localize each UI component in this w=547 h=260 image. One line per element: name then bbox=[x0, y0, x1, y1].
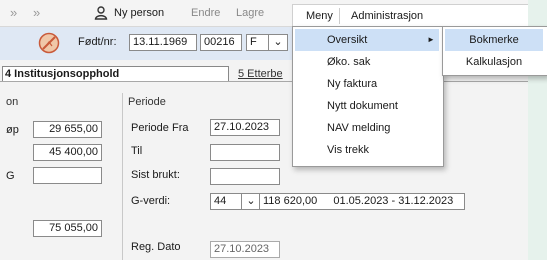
g-verdi-range: 01.05.2023 - 31.12.2023 bbox=[333, 195, 454, 207]
g-verdi-dropdown-button[interactable]: ⌄ bbox=[241, 193, 261, 210]
g-verdi-value-field: 118 620,00 01.05.2023 - 31.12.2023 bbox=[259, 193, 465, 210]
blocked-icon bbox=[38, 32, 60, 54]
tab-institusjonsopphold[interactable]: 4 Institusjonsopphold bbox=[2, 66, 229, 81]
periode-header: Periode bbox=[128, 96, 166, 108]
forward-icon[interactable]: » bbox=[33, 5, 40, 20]
nr-field[interactable]: 00216 bbox=[200, 34, 242, 51]
gender-dropdown-button[interactable]: ⌄ bbox=[268, 34, 288, 51]
periode-fra-field[interactable]: 27.10.2023 bbox=[210, 119, 280, 136]
periode-fra-label: Periode Fra bbox=[131, 122, 189, 134]
meny-dropdown: Oversikt ► Øko. sak Ny faktura Nytt doku… bbox=[292, 26, 444, 167]
dob-field[interactable]: 13.11.1969 bbox=[129, 34, 197, 51]
person-icon bbox=[94, 6, 108, 20]
menu-administrasjon[interactable]: Administrasjon bbox=[343, 5, 431, 27]
menu-item-vis-trekk[interactable]: Vis trekk bbox=[295, 139, 439, 161]
menubar: Meny Administrasjon bbox=[292, 4, 528, 27]
periode-til-label: Til bbox=[131, 145, 143, 157]
left-amount-3[interactable] bbox=[33, 167, 102, 184]
save-button[interactable]: Lagre bbox=[236, 7, 264, 19]
menu-item-label: Oversikt bbox=[327, 34, 368, 46]
back-icon[interactable]: » bbox=[10, 5, 17, 20]
g-verdi-label: G-verdi: bbox=[131, 195, 171, 207]
left-amount-total[interactable]: 75 055,00 bbox=[33, 220, 102, 237]
panel-divider bbox=[122, 93, 123, 260]
chevron-down-icon: ⌄ bbox=[246, 195, 256, 207]
oversikt-submenu: Bokmerke Kalkulasjon bbox=[442, 26, 547, 76]
left-panel-header: on bbox=[6, 96, 19, 108]
menu-meny[interactable]: Meny bbox=[298, 5, 341, 27]
periode-til-field[interactable] bbox=[210, 144, 280, 161]
dob-label: Født/nr: bbox=[78, 36, 117, 48]
menu-item-ny-faktura[interactable]: Ny faktura bbox=[295, 73, 439, 95]
left-row-1-label: øp bbox=[6, 124, 19, 136]
new-person-button[interactable]: Ny person bbox=[114, 7, 164, 19]
left-row-3-label: G bbox=[6, 170, 15, 182]
menu-item-nav-melding[interactable]: NAV melding bbox=[295, 117, 439, 139]
edit-button[interactable]: Endre bbox=[191, 7, 220, 19]
tab-etterbetaling[interactable]: 5 Etterbe bbox=[238, 67, 296, 80]
menubar-divider bbox=[339, 8, 340, 24]
reg-dato-field: 27.10.2023 bbox=[210, 241, 280, 258]
reg-dato-label: Reg. Dato bbox=[131, 241, 181, 253]
gender-field[interactable]: F bbox=[246, 34, 270, 51]
sist-brukt-field[interactable] bbox=[210, 168, 280, 185]
left-amount-2[interactable]: 45 400,00 bbox=[33, 144, 102, 161]
sist-brukt-label: Sist brukt: bbox=[131, 169, 180, 181]
menu-item-nytt-dokument[interactable]: Nytt dokument bbox=[295, 95, 439, 117]
g-verdi-code-field[interactable]: 44 bbox=[210, 193, 244, 210]
menu-item-oko-sak[interactable]: Øko. sak bbox=[295, 51, 439, 73]
left-amount-1[interactable]: 29 655,00 bbox=[33, 121, 102, 138]
submenu-item-bokmerke[interactable]: Bokmerke bbox=[445, 29, 543, 51]
chevron-down-icon: ⌄ bbox=[273, 36, 283, 48]
menu-item-oversikt[interactable]: Oversikt ► bbox=[295, 29, 439, 51]
submenu-arrow-icon: ► bbox=[427, 35, 435, 44]
g-verdi-amount: 118 620,00 bbox=[263, 195, 318, 207]
submenu-item-kalkulasjon[interactable]: Kalkulasjon bbox=[445, 51, 543, 73]
